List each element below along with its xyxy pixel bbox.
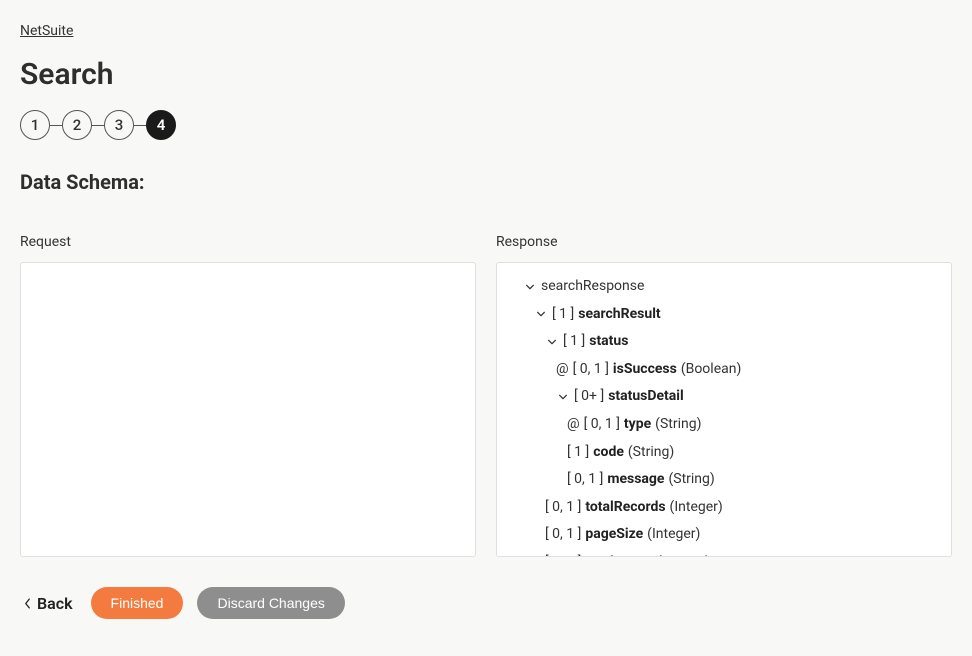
- node-type: (Integer): [657, 553, 710, 557]
- request-panel[interactable]: [20, 262, 476, 557]
- node-name: message: [607, 470, 664, 490]
- node-name: pageSize: [585, 525, 643, 545]
- node-name: totalRecords: [585, 498, 665, 518]
- back-button[interactable]: Back: [20, 588, 77, 619]
- node-name: type: [624, 415, 651, 435]
- footer-actions: Back Finished Discard Changes: [20, 587, 952, 619]
- node-type: (String): [628, 443, 674, 463]
- cardinality: [ 0+ ]: [574, 387, 604, 407]
- cardinality: [ 0, 1 ]: [545, 553, 581, 557]
- tree-node-searchResponse[interactable]: searchResponse: [505, 273, 943, 301]
- chevron-down-icon[interactable]: [523, 280, 537, 294]
- node-name: searchResponse: [541, 277, 644, 297]
- step-connector: [134, 125, 146, 126]
- node-name: code: [593, 443, 624, 463]
- breadcrumb-netsuite[interactable]: NetSuite: [20, 23, 73, 39]
- cardinality: [ 1 ]: [563, 332, 585, 352]
- request-column: Request: [20, 234, 476, 557]
- tree-node-searchResult[interactable]: [ 1 ] searchResult: [505, 301, 943, 329]
- cardinality: [ 0, 1 ]: [584, 415, 620, 435]
- node-name: isSuccess: [613, 360, 677, 380]
- node-type: (Integer): [670, 498, 723, 518]
- cardinality: [ 0, 1 ]: [545, 525, 581, 545]
- cardinality: [ 0, 1 ]: [545, 498, 581, 518]
- node-name: status: [589, 332, 628, 352]
- step-connector: [50, 125, 62, 126]
- back-label: Back: [37, 594, 73, 613]
- cardinality: [ 0, 1 ]: [573, 360, 609, 380]
- chevron-left-icon: [24, 598, 31, 609]
- response-panel[interactable]: searchResponse[ 1 ] searchResult[ 1 ] st…: [496, 262, 952, 557]
- tree-node-type: @[ 0, 1 ] type (String): [505, 411, 943, 439]
- node-type: (Boolean): [681, 360, 742, 380]
- step-connector: [92, 125, 104, 126]
- discard-changes-button[interactable]: Discard Changes: [197, 587, 344, 619]
- step-1[interactable]: 1: [20, 110, 50, 140]
- finished-button[interactable]: Finished: [91, 587, 184, 619]
- node-name: totalPages: [585, 553, 653, 557]
- stepper: 1234: [20, 110, 952, 140]
- node-type: (String): [655, 415, 701, 435]
- chevron-down-icon[interactable]: [545, 335, 559, 349]
- chevron-down-icon[interactable]: [556, 390, 570, 404]
- step-4[interactable]: 4: [146, 110, 176, 140]
- step-3[interactable]: 3: [104, 110, 134, 140]
- request-label: Request: [20, 234, 476, 250]
- cardinality: [ 1 ]: [552, 305, 574, 325]
- chevron-down-icon[interactable]: [534, 307, 548, 321]
- section-title-data-schema: Data Schema:: [20, 170, 952, 194]
- tree-node-isSuccess: @[ 0, 1 ] isSuccess (Boolean): [505, 356, 943, 384]
- tree-node-message: [ 0, 1 ] message (String): [505, 466, 943, 494]
- schema-columns: Request Response searchResponse [ 1 ] sea…: [20, 234, 952, 557]
- response-label: Response: [496, 234, 952, 250]
- attribute-marker: @: [556, 360, 569, 380]
- tree-node-pageSize: [ 0, 1 ] pageSize (Integer): [505, 521, 943, 549]
- node-name: searchResult: [578, 305, 660, 325]
- node-type: (Integer): [647, 525, 700, 545]
- tree-node-code: [ 1 ] code (String): [505, 439, 943, 467]
- tree-node-totalRecords: [ 0, 1 ] totalRecords (Integer): [505, 494, 943, 522]
- tree-node-statusDetail[interactable]: [ 0+ ] statusDetail: [505, 383, 943, 411]
- tree-node-totalPages: [ 0, 1 ] totalPages (Integer): [505, 549, 943, 557]
- node-type: (String): [668, 470, 714, 490]
- step-2[interactable]: 2: [62, 110, 92, 140]
- cardinality: [ 1 ]: [567, 443, 589, 463]
- cardinality: [ 0, 1 ]: [567, 470, 603, 490]
- response-column: Response searchResponse [ 1 ] searchResul…: [496, 234, 952, 557]
- node-name: statusDetail: [608, 387, 684, 407]
- tree-node-status[interactable]: [ 1 ] status: [505, 328, 943, 356]
- attribute-marker: @: [567, 415, 580, 435]
- page-title: Search: [20, 57, 952, 92]
